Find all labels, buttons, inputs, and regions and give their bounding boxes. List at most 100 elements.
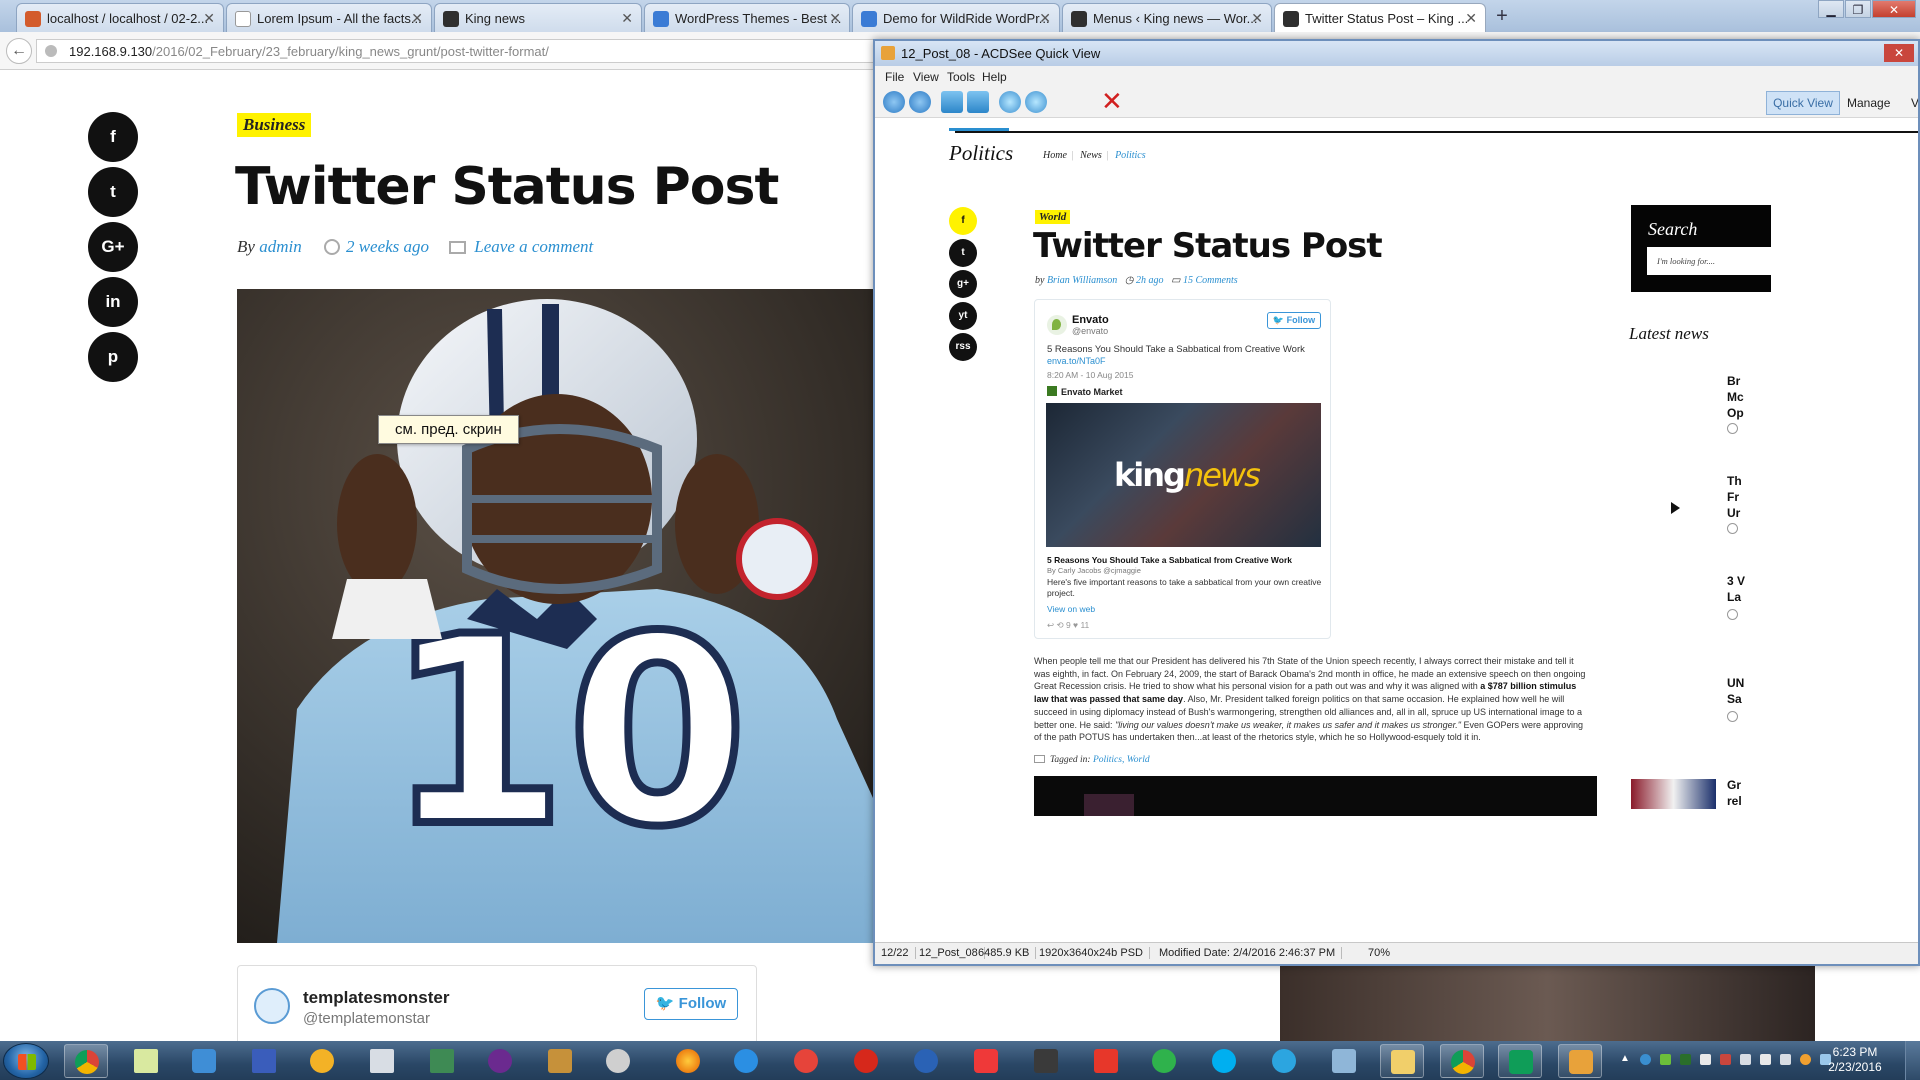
taskbar-fh[interactable] — [420, 1044, 464, 1078]
article-body: When people tell me that our President h… — [1034, 655, 1589, 744]
facebook-share-button[interactable]: f — [88, 112, 138, 162]
taskbar-vivaldi[interactable] — [964, 1044, 1008, 1078]
acdsee-quick-view-window: 12_Post_08 - ACDSee Quick View ✕ File Vi… — [873, 39, 1920, 966]
twitter-share-button[interactable]: t — [88, 167, 138, 217]
linkedin-share-button[interactable]: in — [88, 277, 138, 327]
start-button[interactable] — [3, 1043, 49, 1079]
taskbar-explorer[interactable] — [1380, 1044, 1424, 1078]
pinterest-share-button[interactable]: p — [88, 332, 138, 382]
browser-e-icon — [914, 1049, 938, 1073]
menu-help[interactable]: Help — [982, 70, 1007, 84]
yandex-icon — [794, 1049, 818, 1073]
close-tab-icon[interactable]: ✕ — [203, 10, 215, 27]
post-date-link[interactable]: 2 weeks ago — [346, 237, 429, 256]
taskbar-calculator[interactable] — [360, 1044, 404, 1078]
taskbar-chrome-2[interactable] — [1440, 1044, 1484, 1078]
back-button[interactable]: ← — [6, 38, 32, 64]
tweet-account-name[interactable]: templatesmonster — [303, 988, 449, 1008]
taskbar-ie[interactable] — [724, 1044, 768, 1078]
post-title: Twitter Status Post — [1033, 226, 1383, 266]
close-tab-icon[interactable]: ✕ — [1251, 10, 1263, 27]
next-image-icon[interactable] — [909, 91, 931, 113]
tab-wildride-demo[interactable]: Demo for WildRide WordPr... ✕ — [852, 3, 1060, 32]
youtube-icon: yt — [949, 302, 977, 330]
tab-wordpress-themes[interactable]: WordPress Themes - Best ... ✕ — [644, 3, 850, 32]
quick-view-mode-button[interactable]: Quick View — [1766, 91, 1840, 115]
taskbar-hangouts[interactable] — [1498, 1044, 1542, 1078]
taskbar-opera[interactable] — [844, 1044, 888, 1078]
restore-button[interactable]: ❐ — [1845, 0, 1871, 18]
tray-app-icon[interactable] — [1660, 1054, 1671, 1065]
clock-time: 6:23 PM — [1832, 1045, 1878, 1059]
rotate-left-icon[interactable] — [941, 91, 963, 113]
tray-app-icon[interactable] — [1800, 1054, 1811, 1065]
close-window-button[interactable]: ✕ — [1872, 0, 1916, 18]
rotate-right-icon[interactable] — [967, 91, 989, 113]
author-link[interactable]: admin — [259, 237, 302, 256]
taskbar-notepad[interactable] — [124, 1044, 168, 1078]
envato-market-icon — [1047, 386, 1057, 396]
menu-view[interactable]: View — [913, 70, 939, 84]
category-badge[interactable]: Business — [237, 113, 312, 137]
taskbar-edge-like[interactable] — [904, 1044, 948, 1078]
taskbar-mask-app[interactable] — [596, 1044, 640, 1078]
close-tab-icon[interactable]: ✕ — [1039, 10, 1051, 27]
taskbar-purple-app[interactable] — [478, 1044, 522, 1078]
tab-lorem-ipsum[interactable]: Lorem Ipsum - All the facts... ✕ — [226, 3, 432, 32]
flag-icon[interactable] — [1760, 1054, 1771, 1065]
taskbar-telegram[interactable] — [1262, 1044, 1306, 1078]
view-mode-button[interactable]: Vi — [1911, 91, 1918, 115]
taskbar-s-green[interactable] — [1142, 1044, 1186, 1078]
menu-tools[interactable]: Tools — [947, 70, 975, 84]
taskbar-save[interactable] — [242, 1044, 286, 1078]
close-tab-icon[interactable]: ✕ — [1465, 10, 1477, 27]
follow-button[interactable]: 🐦 Follow — [644, 988, 738, 1020]
image-viewer-canvas[interactable]: Politics Home | News | Politics f t g+ yt … — [875, 119, 1918, 944]
google-plus-share-button[interactable]: G+ — [88, 222, 138, 272]
zoom-in-icon[interactable] — [999, 91, 1021, 113]
language-flag-icon[interactable] — [1720, 1054, 1731, 1065]
page-info-icon[interactable] — [45, 45, 57, 57]
close-tab-icon[interactable]: ✕ — [411, 10, 423, 27]
tray-expand-icon[interactable]: ▲ — [1620, 1053, 1630, 1064]
latest-line: Th — [1727, 474, 1742, 488]
minimize-button[interactable]: ▁ — [1818, 0, 1844, 18]
breadcrumb-news[interactable]: News — [1080, 150, 1102, 161]
tab-twitter-status-post[interactable]: Twitter Status Post – King ... ✕ — [1274, 3, 1486, 32]
tray-app-icon[interactable] — [1680, 1054, 1691, 1065]
taskbar-skype[interactable] — [1202, 1044, 1246, 1078]
tab-king-news[interactable]: King news ✕ — [434, 3, 642, 32]
taskbar-folder-app[interactable] — [1322, 1044, 1366, 1078]
taskbar-chrome[interactable] — [64, 1044, 108, 1078]
breadcrumb-home[interactable]: Home — [1043, 150, 1067, 161]
tray-app-icon[interactable] — [1640, 1054, 1651, 1065]
manage-mode-button[interactable]: Manage — [1847, 91, 1890, 115]
taskbar-firefox[interactable] — [666, 1044, 710, 1078]
hero-image: 10 — [237, 289, 878, 943]
taskbar-brackets[interactable] — [1024, 1044, 1068, 1078]
new-tab-button[interactable]: + — [1491, 3, 1513, 30]
close-tab-icon[interactable]: ✕ — [829, 10, 841, 27]
tweet-account-handle[interactable]: @templatemonstar — [303, 1010, 430, 1027]
leave-comment-link[interactable]: Leave a comment — [474, 237, 593, 256]
tags-links: Politics, World — [1092, 755, 1150, 765]
network-icon[interactable] — [1740, 1054, 1751, 1065]
menu-file[interactable]: File — [885, 70, 904, 84]
show-desktop-button[interactable] — [1905, 1041, 1920, 1080]
tab-menus-king-news[interactable]: Menus ‹ King news — Wor... ✕ — [1062, 3, 1272, 32]
taskbar-clock[interactable]: 6:23 PM 2/23/2016 — [1820, 1045, 1890, 1075]
taskbar-yandex[interactable] — [784, 1044, 828, 1078]
zoom-out-icon[interactable] — [1025, 91, 1047, 113]
delete-icon[interactable]: ✕ — [1101, 88, 1123, 114]
close-window-button[interactable]: ✕ — [1884, 44, 1914, 62]
taskbar-anydesk[interactable] — [1084, 1044, 1128, 1078]
close-tab-icon[interactable]: ✕ — [621, 10, 633, 27]
taskbar-skype-s[interactable] — [182, 1044, 226, 1078]
taskbar-acdsee[interactable] — [1558, 1044, 1602, 1078]
tray-app-icon[interactable] — [1700, 1054, 1711, 1065]
taskbar-s-app[interactable] — [538, 1044, 582, 1078]
tab-localhost[interactable]: localhost / localhost / 02-2... ✕ — [16, 3, 224, 32]
volume-icon[interactable] — [1780, 1054, 1791, 1065]
taskbar-app-a[interactable] — [300, 1044, 344, 1078]
previous-image-icon[interactable] — [883, 91, 905, 113]
